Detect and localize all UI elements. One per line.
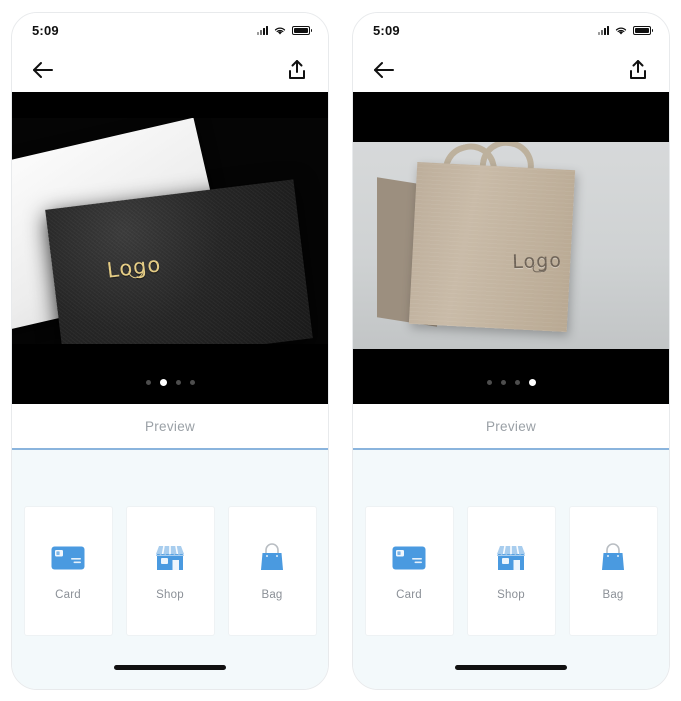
status-time: 5:09 (32, 22, 59, 38)
shopping-bag-icon (254, 541, 290, 575)
home-indicator-area (353, 659, 669, 689)
logo-smile-icon (532, 264, 547, 273)
back-arrow-icon[interactable] (28, 55, 58, 85)
logo-embossed-text: Logo (512, 250, 562, 274)
wifi-icon (274, 27, 286, 35)
media-carousel[interactable]: Logo (353, 92, 669, 404)
credit-card-icon (391, 541, 427, 575)
share-upload-icon[interactable] (282, 55, 312, 85)
tile-shop[interactable]: Shop (466, 506, 556, 636)
phone-screen-left: 5:09 Logo Preview Card Shop Bag (11, 12, 329, 690)
share-upload-icon[interactable] (623, 55, 653, 85)
media-carousel[interactable]: Logo (12, 92, 328, 404)
content-panel: Card Shop Bag (12, 450, 328, 659)
wifi-icon (615, 27, 627, 35)
status-icons (257, 25, 312, 36)
battery-full-icon (633, 25, 653, 35)
navigation-bar (353, 47, 669, 92)
home-indicator[interactable] (455, 665, 567, 670)
tile-label: Shop (156, 589, 184, 601)
status-icons (598, 25, 653, 36)
preview-tab[interactable]: Preview (353, 404, 669, 450)
app-store-screenshot-pair: 5:09 Logo Preview Card Shop Bag 5:09 Log… (0, 0, 681, 701)
status-time: 5:09 (373, 22, 400, 38)
tile-bag[interactable]: Bag (568, 506, 658, 636)
tile-label: Card (55, 589, 81, 601)
phone-screen-right: 5:09 Logo Preview Card Shop Bag (352, 12, 670, 690)
page-dot[interactable] (514, 380, 520, 385)
tile-label: Shop (497, 589, 525, 601)
home-indicator[interactable] (114, 665, 226, 670)
back-arrow-icon[interactable] (369, 55, 399, 85)
credit-card-icon (50, 541, 86, 575)
cellular-signal-icon (257, 25, 268, 35)
tile-label: Bag (602, 589, 624, 601)
black-business-card: Logo (45, 179, 313, 344)
preview-tab[interactable]: Preview (12, 404, 328, 450)
page-dot[interactable] (486, 380, 492, 385)
page-dot[interactable] (175, 380, 181, 385)
shopping-bag-icon (595, 541, 631, 575)
page-dot-active[interactable] (528, 379, 536, 386)
logo-wordmark: Logo (511, 249, 563, 274)
tile-row: Card Shop Bag (353, 506, 669, 636)
page-dot[interactable] (145, 380, 151, 385)
tile-card[interactable]: Card (23, 506, 113, 636)
tile-row: Card Shop Bag (12, 506, 328, 636)
preview-label: Preview (485, 418, 537, 434)
cellular-signal-icon (598, 25, 609, 35)
status-bar: 5:09 (12, 13, 328, 47)
paper-bag-front: Logo (408, 161, 576, 333)
content-panel: Card Shop Bag (353, 450, 669, 659)
home-indicator-area (12, 659, 328, 689)
mockup-photo-kraft-bag: Logo (353, 142, 669, 349)
mockup-photo-black-card: Logo (12, 118, 328, 344)
page-dot[interactable] (189, 380, 195, 385)
carousel-page-dots[interactable] (12, 379, 328, 386)
tile-shop[interactable]: Shop (125, 506, 215, 636)
battery-full-icon (292, 25, 312, 35)
tile-card[interactable]: Card (364, 506, 454, 636)
tile-label: Bag (261, 589, 283, 601)
preview-label: Preview (144, 418, 196, 434)
navigation-bar (12, 47, 328, 92)
tile-label: Card (396, 589, 422, 601)
storefront-icon (493, 541, 529, 575)
page-dot[interactable] (500, 380, 506, 385)
page-dot-active[interactable] (159, 379, 167, 386)
tile-bag[interactable]: Bag (227, 506, 317, 636)
carousel-page-dots[interactable] (353, 379, 669, 386)
logo-gold-text: Logo (106, 252, 163, 282)
status-bar: 5:09 (353, 13, 669, 47)
storefront-icon (152, 541, 188, 575)
